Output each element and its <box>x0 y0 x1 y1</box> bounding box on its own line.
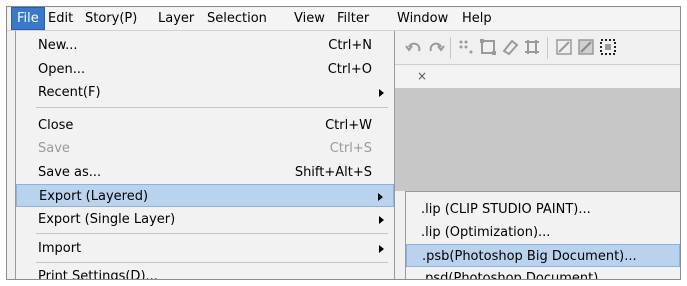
menu-item-label: Save as... <box>38 165 102 180</box>
submenu-item-psb[interactable]: .psb(Photoshop Big Document)... <box>406 244 680 267</box>
toolbar-separator <box>547 37 548 59</box>
menu-separator <box>36 233 388 234</box>
menu-story[interactable]: Story(P) <box>80 7 142 30</box>
tab-close-icon[interactable]: × <box>417 69 427 83</box>
menu-bar: File Edit Story(P) Layer Selection View … <box>7 7 680 31</box>
fill-selection-icon[interactable] <box>577 38 595 56</box>
submenu-arrow-icon <box>379 216 384 224</box>
menu-item-label: Import <box>38 241 82 256</box>
menu-item-recent[interactable]: Recent(F) <box>16 81 394 104</box>
menu-filter[interactable]: Filter <box>332 7 374 30</box>
submenu-item-lip-clip-studio[interactable]: .lip (CLIP STUDIO PAINT)... <box>406 198 680 221</box>
menu-item-save-as[interactable]: Save as... Shift+Alt+S <box>16 161 394 184</box>
menu-item-shortcut: Ctrl+W <box>325 118 372 133</box>
menu-edit[interactable]: Edit <box>43 7 78 30</box>
eraser-icon[interactable] <box>501 38 519 56</box>
submenu-item-lip-optimization[interactable]: .lip (Optimization)... <box>406 221 680 244</box>
toolbar-separator <box>450 37 451 59</box>
menu-item-shortcut: Ctrl+O <box>327 62 372 77</box>
menu-item-shortcut: Ctrl+N <box>328 38 372 53</box>
menu-item-label: Close <box>38 118 74 133</box>
submenu-item-label: .psb(Photoshop Big Document)... <box>422 249 637 264</box>
canvas-area <box>387 89 680 191</box>
menu-item-label: Export (Single Layer) <box>38 212 176 227</box>
menu-window[interactable]: Window <box>392 7 453 30</box>
submenu-item-label: .lip (CLIP STUDIO PAINT)... <box>421 202 591 217</box>
transform-icon[interactable] <box>479 38 497 56</box>
menu-file[interactable]: File <box>11 7 45 30</box>
export-layered-submenu: .lip (CLIP STUDIO PAINT)... .lip (Optimi… <box>405 191 680 280</box>
submenu-item-psd[interactable]: .psd(Photoshop Document)... <box>406 267 680 280</box>
undo-icon[interactable] <box>405 38 423 56</box>
redo-icon[interactable] <box>427 38 445 56</box>
app-window: File Edit Story(P) Layer Selection View … <box>6 6 681 280</box>
menu-item-save[interactable]: Save Ctrl+S <box>16 137 394 160</box>
menu-item-import[interactable]: Import <box>16 237 394 260</box>
menu-item-new[interactable]: New... Ctrl+N <box>16 34 394 57</box>
menu-help[interactable]: Help <box>457 7 497 30</box>
submenu-item-label: .psd(Photoshop Document)... <box>421 271 611 280</box>
menu-item-label: Save <box>38 141 70 156</box>
menu-item-label: Export (Layered) <box>39 189 149 204</box>
menu-item-export-single-layer[interactable]: Export (Single Layer) <box>16 208 394 231</box>
canvas-tab-bar: × <box>387 66 680 89</box>
select-dots-icon[interactable] <box>457 38 475 56</box>
menu-item-label: Print Settings(D)... <box>38 269 158 280</box>
menu-item-shortcut: Ctrl+S <box>329 141 372 156</box>
menu-item-print-settings[interactable]: Print Settings(D)... <box>16 265 394 280</box>
toolbar <box>387 31 680 65</box>
selection-border-icon[interactable] <box>599 38 617 56</box>
menu-item-label: Recent(F) <box>38 85 101 100</box>
submenu-item-label: .lip (Optimization)... <box>421 225 551 240</box>
menu-selection[interactable]: Selection <box>202 7 272 30</box>
submenu-arrow-icon <box>379 245 384 253</box>
menu-item-close[interactable]: Close Ctrl+W <box>16 114 394 137</box>
clear-selection-icon[interactable] <box>555 38 573 56</box>
menu-view[interactable]: View <box>289 7 330 30</box>
submenu-arrow-icon <box>378 193 383 201</box>
file-menu: New... Ctrl+N Open... Ctrl+O Recent(F) C… <box>15 31 395 280</box>
menu-item-open[interactable]: Open... Ctrl+O <box>16 58 394 81</box>
menu-separator <box>36 107 388 108</box>
menu-layer[interactable]: Layer <box>153 7 199 30</box>
menu-separator <box>36 262 388 263</box>
menu-item-export-layered[interactable]: Export (Layered) <box>16 184 394 207</box>
menu-item-label: New... <box>38 38 78 53</box>
submenu-arrow-icon <box>379 89 384 97</box>
menu-item-label: Open... <box>38 62 86 77</box>
crop-icon[interactable] <box>523 38 541 56</box>
menu-item-shortcut: Shift+Alt+S <box>294 165 372 180</box>
